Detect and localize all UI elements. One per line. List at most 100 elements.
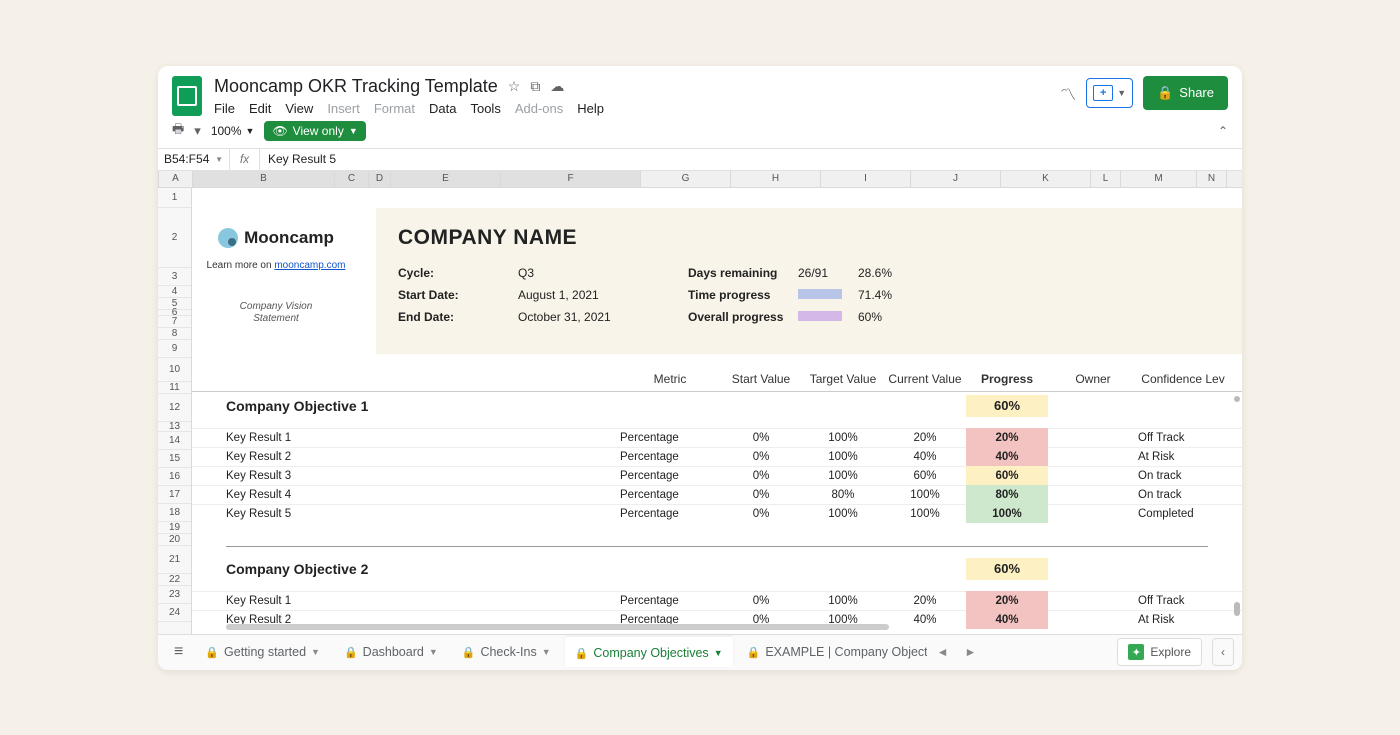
key-result-row[interactable]: Key Result 2Percentage0%100%40%40%At Ris…: [192, 447, 1242, 466]
menu-data[interactable]: Data: [429, 101, 456, 116]
row-headers[interactable]: 123456789101112131415161718192021222324: [158, 188, 192, 634]
menu-addons[interactable]: Add-ons: [515, 101, 563, 116]
star-icon[interactable]: ☆: [508, 78, 521, 95]
sheets-logo-icon[interactable]: [172, 76, 202, 116]
row-header[interactable]: 9: [158, 340, 191, 358]
column-header[interactable]: H: [731, 171, 821, 187]
objective-title: Company Objective 2: [192, 561, 620, 577]
tab-scroll-right-icon[interactable]: ►: [959, 645, 983, 659]
menu-insert[interactable]: Insert: [327, 101, 360, 116]
zoom-select[interactable]: 100% ▼: [211, 124, 255, 138]
name-box[interactable]: B54:F54 ▼: [158, 149, 230, 170]
menu-format[interactable]: Format: [374, 101, 415, 116]
column-header[interactable]: E: [391, 171, 501, 187]
end-date-label: End Date:: [398, 310, 518, 324]
column-header[interactable]: N: [1197, 171, 1227, 187]
row-header[interactable]: 2: [158, 208, 191, 268]
column-header[interactable]: G: [641, 171, 731, 187]
activity-icon[interactable]: 〽: [1060, 81, 1076, 105]
row-header[interactable]: 10: [158, 358, 191, 382]
filter-icon[interactable]: ▾: [194, 123, 201, 139]
column-header[interactable]: D: [369, 171, 391, 187]
explore-button[interactable]: ✦ Explore: [1117, 638, 1202, 666]
spreadsheet-grid[interactable]: 123456789101112131415161718192021222324 …: [158, 188, 1242, 634]
row-header[interactable]: 20: [158, 534, 191, 546]
tab-example[interactable]: 🔒 EXAMPLE | Company Objective: [737, 637, 927, 667]
row-header[interactable]: 11: [158, 382, 191, 394]
column-header[interactable]: A: [159, 171, 193, 187]
print-icon[interactable]: 🖶: [172, 120, 184, 142]
row-header[interactable]: 13: [158, 422, 191, 432]
menu-tools[interactable]: Tools: [470, 101, 500, 116]
vertical-scrollbar[interactable]: [1230, 396, 1240, 626]
okr-body: Company Objective 160% Key Result 1Percen…: [192, 392, 1242, 629]
view-only-badge[interactable]: 👁 View only ▼: [264, 121, 365, 141]
key-result-row[interactable]: Key Result 1Percentage0%100%20%20%Off Tr…: [192, 591, 1242, 610]
menu-view[interactable]: View: [285, 101, 313, 116]
collapse-toolbar-icon[interactable]: ⌃: [1218, 124, 1228, 138]
row-header[interactable]: 16: [158, 468, 191, 486]
tab-check-ins[interactable]: 🔒 Check-Ins ▼: [452, 637, 561, 667]
row-header[interactable]: 4: [158, 286, 191, 298]
present-button[interactable]: + ▼: [1086, 78, 1133, 108]
column-header[interactable]: I: [821, 171, 911, 187]
row-header[interactable]: 19: [158, 522, 191, 534]
column-header[interactable]: C: [335, 171, 369, 187]
row-header[interactable]: 17: [158, 486, 191, 504]
cloud-icon[interactable]: ☁: [550, 78, 564, 95]
key-result-row[interactable]: Key Result 1Percentage0%100%20%20%Off Tr…: [192, 428, 1242, 447]
tab-label: Dashboard: [363, 645, 424, 659]
menu-file[interactable]: File: [214, 101, 235, 116]
tab-scroll-left-icon[interactable]: ◄: [931, 645, 955, 659]
kr-confidence: At Risk: [1138, 451, 1228, 463]
column-header[interactable]: M: [1121, 171, 1197, 187]
chevron-down-icon: ▼: [714, 648, 723, 658]
key-result-row[interactable]: Key Result 3Percentage0%100%60%60%On tra…: [192, 466, 1242, 485]
row-header[interactable]: 7: [158, 316, 191, 328]
doc-title[interactable]: Mooncamp OKR Tracking Template: [214, 76, 498, 97]
row-header[interactable]: 8: [158, 328, 191, 340]
all-sheets-icon[interactable]: ≡: [166, 643, 191, 661]
row-header[interactable]: 21: [158, 546, 191, 574]
kr-target: 100%: [802, 451, 884, 463]
row-header[interactable]: 23: [158, 586, 191, 604]
formula-bar: B54:F54 ▼ fx Key Result 5: [158, 149, 1242, 171]
row-header[interactable]: 12: [158, 394, 191, 422]
row-header[interactable]: 3: [158, 268, 191, 286]
learn-more-link[interactable]: mooncamp.com: [274, 260, 345, 271]
row-header[interactable]: 14: [158, 432, 191, 450]
column-header[interactable]: F: [501, 171, 641, 187]
tab-getting-started[interactable]: 🔒 Getting started ▼: [195, 637, 330, 667]
column-headers[interactable]: ABCDEFGHIJKLMNO: [158, 171, 1242, 188]
column-header[interactable]: K: [1001, 171, 1091, 187]
tab-dashboard[interactable]: 🔒 Dashboard ▼: [334, 637, 448, 667]
share-button[interactable]: 🔒 Share: [1143, 76, 1228, 110]
side-panel-toggle[interactable]: ‹: [1212, 638, 1234, 666]
objective-row[interactable]: Company Objective 260%: [192, 555, 1242, 583]
kr-metric: Percentage: [620, 508, 720, 520]
brand-sidebar: Mooncamp Learn more on mooncamp.com Comp…: [196, 208, 356, 325]
grid-content[interactable]: Mooncamp Learn more on mooncamp.com Comp…: [192, 188, 1242, 634]
column-header[interactable]: O: [1227, 171, 1242, 187]
row-header[interactable]: 22: [158, 574, 191, 586]
horizontal-scrollbar[interactable]: [226, 624, 1230, 632]
overall-progress-bar: [798, 311, 842, 321]
lock-icon: 🔒: [462, 646, 476, 659]
key-result-row[interactable]: Key Result 5Percentage0%100%100%100%Comp…: [192, 504, 1242, 523]
column-header[interactable]: B: [193, 171, 335, 187]
row-header[interactable]: 1: [158, 188, 191, 208]
tab-company-objectives[interactable]: 🔒 Company Objectives ▼: [565, 637, 733, 667]
row-header[interactable]: 18: [158, 504, 191, 522]
row-header[interactable]: 24: [158, 604, 191, 622]
column-header[interactable]: L: [1091, 171, 1121, 187]
menu-edit[interactable]: Edit: [249, 101, 271, 116]
kr-target: 80%: [802, 489, 884, 501]
column-header[interactable]: J: [911, 171, 1001, 187]
objective-row[interactable]: Company Objective 160%: [192, 392, 1242, 420]
menu-help[interactable]: Help: [577, 101, 604, 116]
row-header[interactable]: 15: [158, 450, 191, 468]
cell-reference: B54:F54: [164, 152, 209, 166]
formula-input[interactable]: Key Result 5: [260, 152, 344, 166]
move-icon[interactable]: ⧉: [530, 78, 540, 95]
key-result-row[interactable]: Key Result 4Percentage0%80%100%80%On tra…: [192, 485, 1242, 504]
